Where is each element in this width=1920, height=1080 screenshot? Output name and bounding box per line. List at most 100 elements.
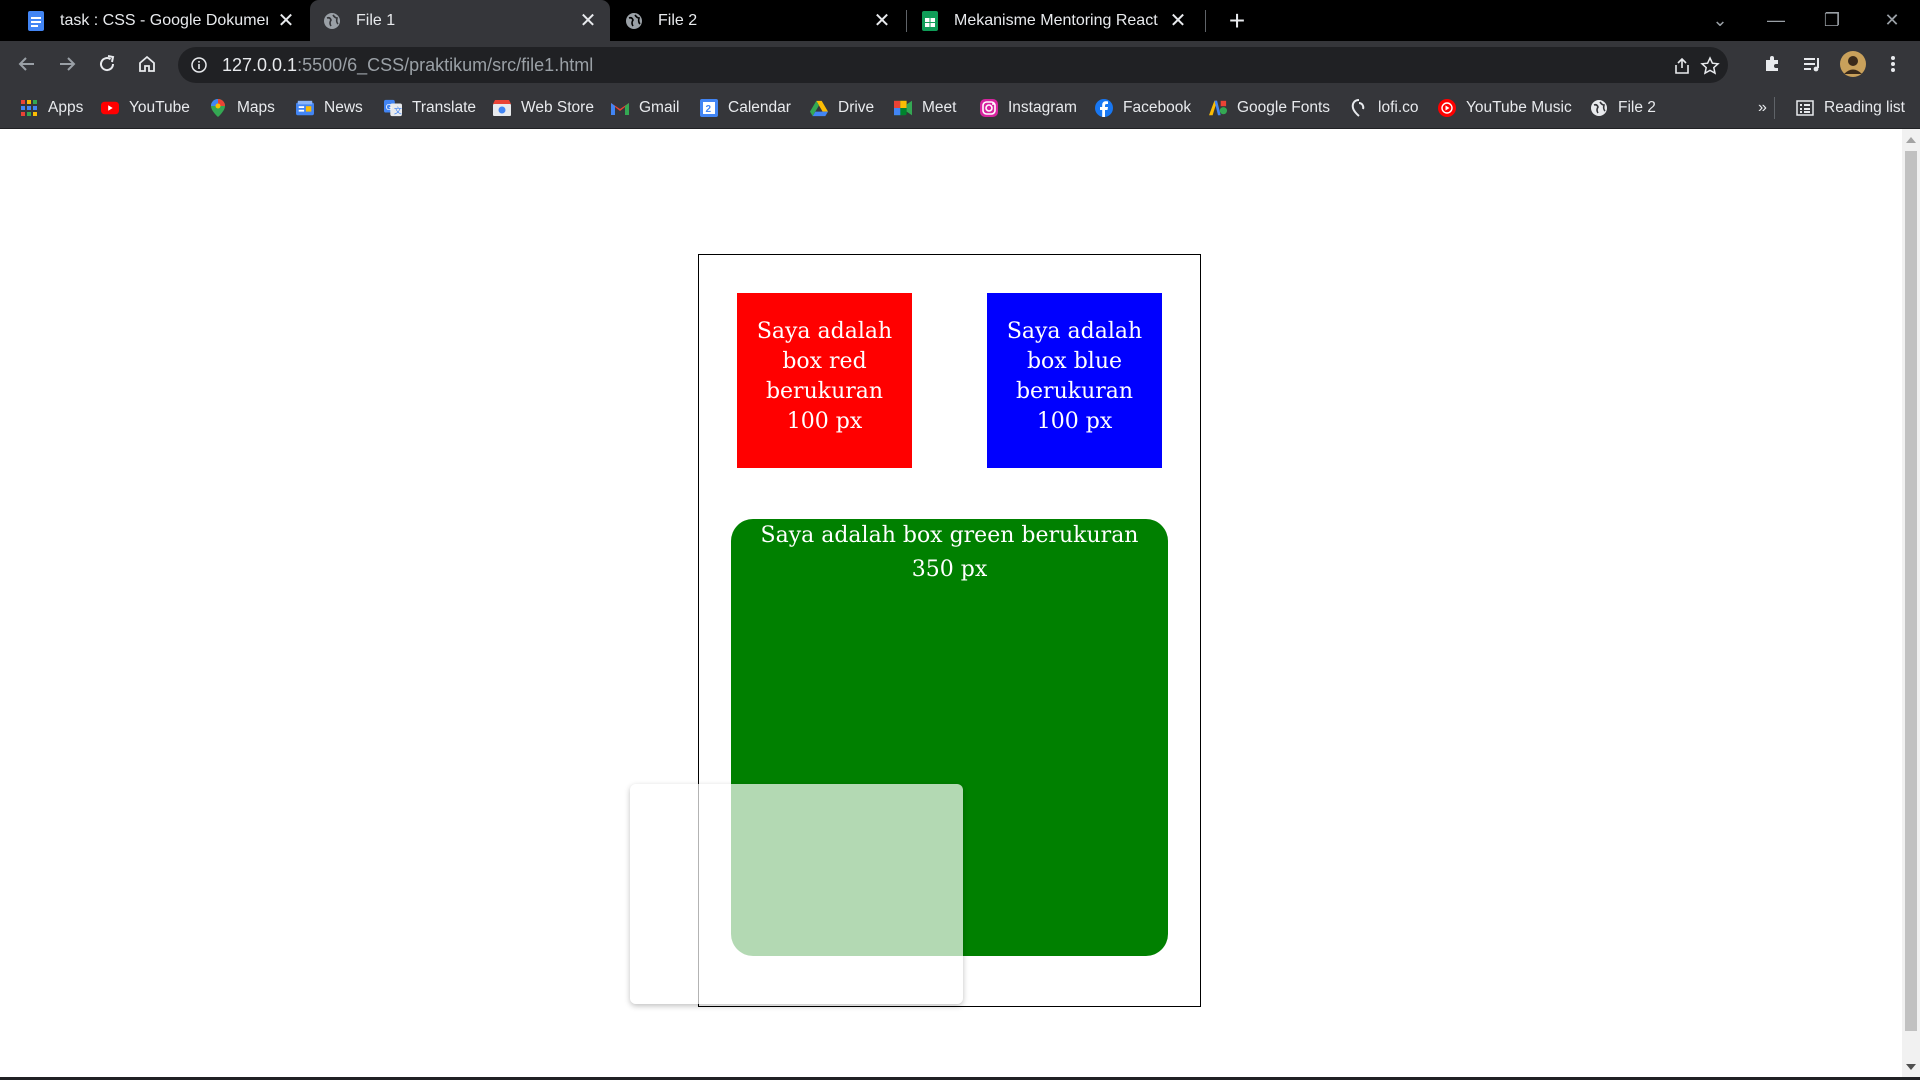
back-button[interactable] <box>10 47 44 81</box>
globe-icon <box>624 11 644 31</box>
instagram-icon <box>980 99 998 117</box>
scroll-down-arrow-icon[interactable] <box>1902 1060 1920 1074</box>
bookmark-label: Google Fonts <box>1237 99 1331 116</box>
puzzle-icon <box>1766 56 1778 71</box>
bookmark-gmail[interactable]: Gmail <box>611 96 679 120</box>
blue-box-text: Saya adalah box blue berukuran 100 px <box>1006 319 1143 434</box>
tab-strip: task : CSS - Google Dokumen ✕ File 1 ✕ F… <box>0 0 1920 41</box>
bookmarks-overflow-button[interactable]: » <box>1758 96 1767 120</box>
globe-icon <box>322 11 342 31</box>
bookmark-label: YouTube <box>129 99 190 116</box>
tab-title: File 2 <box>658 11 698 29</box>
reading-list-icon <box>1796 99 1814 117</box>
vertical-scrollbar[interactable] <box>1902 129 1920 1078</box>
share-icon[interactable] <box>1670 54 1694 78</box>
bookmark-file-2[interactable]: File 2 <box>1590 96 1656 120</box>
tab-title: task : CSS - Google Dokumen <box>60 11 268 29</box>
green-box-text: Saya adalah box green berukuran 350 px <box>760 523 1139 582</box>
web-store-icon <box>493 99 511 117</box>
calendar-icon: 2 <box>700 99 718 117</box>
tab-title: File 1 <box>356 11 396 29</box>
bookmark-label: Translate <box>412 99 477 116</box>
bookmark-web-store[interactable]: Web Store <box>493 96 594 120</box>
bookmark-news[interactable]: News <box>296 96 363 120</box>
bookmark-label: Web Store <box>521 99 594 116</box>
queue-music-icon <box>1804 58 1819 72</box>
close-icon[interactable]: ✕ <box>1168 10 1188 32</box>
extensions-button[interactable] <box>1755 47 1789 81</box>
menu-kebab-icon[interactable] <box>1876 47 1910 81</box>
bookmark-youtube-music[interactable]: YouTube Music <box>1438 96 1572 120</box>
tab-file-1[interactable]: File 1 ✕ <box>310 0 610 41</box>
gmail-icon <box>611 99 629 117</box>
drive-icon <box>810 99 828 117</box>
bookmarks-bar: Apps YouTube Maps News G文 Translate Web … <box>0 87 1920 129</box>
bookmark-label: News <box>324 99 363 116</box>
google-sheets-icon <box>920 10 940 31</box>
red-box: Saya adalah box red berukuran 100 px <box>737 293 912 468</box>
bookmark-meet[interactable]: Meet <box>894 96 956 120</box>
profile-avatar[interactable] <box>1836 47 1870 81</box>
forward-arrow-icon <box>60 57 76 71</box>
toolbar: 127.0.0.1:5500/6_CSS/praktikum/src/file1… <box>0 41 1920 87</box>
close-icon[interactable]: ✕ <box>276 10 296 32</box>
back-arrow-icon <box>18 57 34 71</box>
fading-popup-panel <box>630 784 963 1004</box>
minimize-button[interactable]: — <box>1748 0 1804 41</box>
youtube-icon <box>101 99 119 117</box>
bookmark-youtube[interactable]: YouTube <box>101 96 190 120</box>
scroll-up-arrow-icon[interactable] <box>1902 133 1920 147</box>
google-docs-icon <box>26 10 46 31</box>
svg-text:2: 2 <box>706 104 712 115</box>
reload-button[interactable] <box>90 47 124 81</box>
tab-file-2[interactable]: File 2 ✕ <box>612 0 904 41</box>
bookmark-google-fonts[interactable]: Google Fonts <box>1209 96 1330 120</box>
bookmark-label: lofi.co <box>1378 99 1419 116</box>
bookmark-label: Maps <box>237 99 275 116</box>
home-icon <box>139 55 155 72</box>
close-icon[interactable]: ✕ <box>872 10 892 32</box>
red-box-text: Saya adalah box red berukuran 100 px <box>756 319 893 434</box>
tab-title: Mekanisme Mentoring React - Go <box>954 11 1160 29</box>
reading-list-label: Reading list <box>1824 99 1905 116</box>
tab-search-icon[interactable]: ⌄ <box>1692 0 1748 41</box>
bookmark-star-icon[interactable] <box>1698 54 1722 78</box>
translate-icon: G文 <box>384 99 402 117</box>
bookmark-maps[interactable]: Maps <box>209 96 275 120</box>
bookmark-instagram[interactable]: Instagram <box>980 96 1077 120</box>
bookmark-label: Gmail <box>639 99 680 116</box>
bookmark-label: Calendar <box>728 99 791 116</box>
close-window-button[interactable]: ✕ <box>1864 0 1920 41</box>
new-tab-button[interactable]: + <box>1222 5 1252 36</box>
address-bar[interactable]: 127.0.0.1:5500/6_CSS/praktikum/src/file1… <box>178 47 1728 83</box>
facebook-icon <box>1095 99 1113 117</box>
globe-icon <box>1590 99 1608 117</box>
tab-mekanisme-mentoring[interactable]: Mekanisme Mentoring React - Go ✕ <box>908 0 1200 41</box>
bookmark-translate[interactable]: G文 Translate <box>384 96 476 120</box>
bookmark-calendar[interactable]: 2 Calendar <box>700 96 791 120</box>
home-button[interactable] <box>130 47 164 81</box>
scrollbar-thumb[interactable] <box>1905 151 1917 1031</box>
maps-icon <box>209 99 227 117</box>
news-icon <box>296 99 314 117</box>
bookmark-facebook[interactable]: Facebook <box>1095 96 1191 120</box>
reading-list-button[interactable]: Reading list <box>1796 96 1905 120</box>
tab-separator <box>1205 10 1206 32</box>
svg-text:G: G <box>386 103 392 112</box>
forward-button[interactable] <box>50 47 84 81</box>
bookmark-label: Apps <box>48 99 84 116</box>
tab-google-docs[interactable]: task : CSS - Google Dokumen ✕ <box>14 0 308 41</box>
site-info-icon[interactable] <box>188 54 210 76</box>
url-text: 127.0.0.1:5500/6_CSS/praktikum/src/file1… <box>222 55 593 76</box>
apps-grid-icon <box>20 99 38 117</box>
reload-icon <box>100 55 115 72</box>
restore-button[interactable]: ❐ <box>1804 0 1860 41</box>
bookmark-apps[interactable]: Apps <box>20 96 83 120</box>
bookmark-drive[interactable]: Drive <box>810 96 874 120</box>
url-path: :5500/6_CSS/praktikum/src/file1.html <box>297 54 594 75</box>
close-icon[interactable]: ✕ <box>578 10 598 32</box>
media-control-button[interactable] <box>1795 47 1829 81</box>
bookmark-lofi[interactable]: lofi.co <box>1350 96 1419 120</box>
bookmark-label: File 2 <box>1618 99 1656 116</box>
blue-box: Saya adalah box blue berukuran 100 px <box>987 293 1162 468</box>
